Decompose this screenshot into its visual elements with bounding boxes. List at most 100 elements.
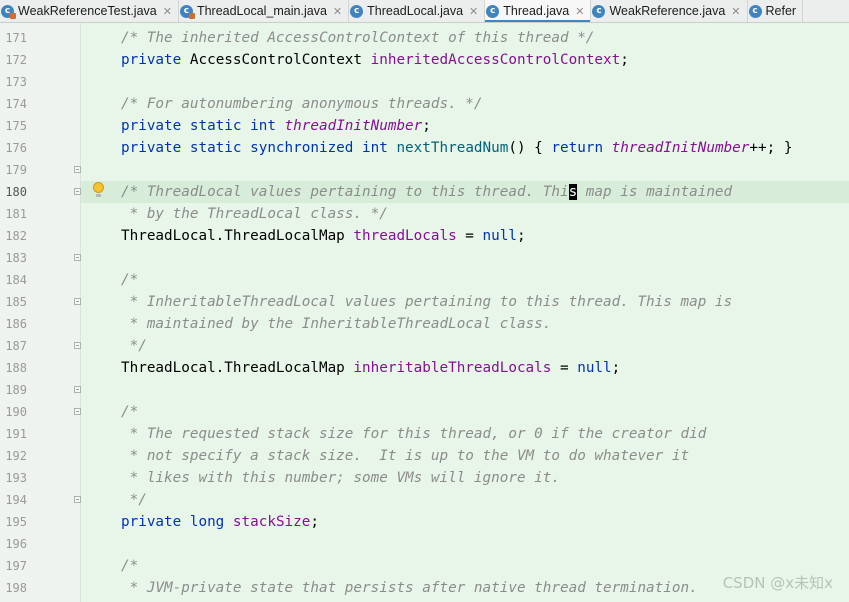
code-token: = xyxy=(456,228,483,244)
tab-refer[interactable]: c Refer xyxy=(748,0,804,22)
code-token: /* For autonumbering anonymous threads. … xyxy=(121,96,483,112)
tab-weakreference-java[interactable]: c WeakReference.java ✕ xyxy=(591,0,748,22)
close-icon[interactable]: ✕ xyxy=(469,5,478,18)
code-line[interactable]: private AccessControlContext inheritedAc… xyxy=(81,49,849,71)
code-token: inheritedAccessControlContext xyxy=(370,52,621,68)
fold-marker-icon[interactable] xyxy=(74,166,81,173)
class-icon: c xyxy=(486,4,500,18)
line-number: 175 xyxy=(5,119,27,133)
code-token: AccessControlContext xyxy=(189,52,371,68)
line-number: 179 xyxy=(5,163,27,177)
code-line[interactable]: /* xyxy=(81,401,849,423)
close-icon[interactable]: ✕ xyxy=(575,5,584,18)
class-icon: c xyxy=(748,4,762,18)
code-token: * InheritableThreadLocal values pertaini… xyxy=(121,294,733,310)
code-token: private long xyxy=(121,514,233,530)
code-token: * by the ThreadLocal class. */ xyxy=(121,206,388,222)
code-token: private xyxy=(121,52,190,68)
fold-marker-icon[interactable] xyxy=(74,298,81,305)
code-token: return xyxy=(551,140,612,156)
code-token: nextThreadNum xyxy=(396,140,509,156)
code-token: stackSize xyxy=(232,514,311,530)
code-token: threadInitNumber xyxy=(284,118,423,134)
code-line[interactable]: ThreadLocal.ThreadLocalMap inheritableTh… xyxy=(81,357,849,379)
code-line[interactable]: * by the ThreadLocal class. */ xyxy=(81,203,849,225)
code-line[interactable]: * likes with this number; some VMs will … xyxy=(81,467,849,489)
code-token: map is maintained xyxy=(577,184,733,200)
code-token: * maintained by the InheritableThreadLoc… xyxy=(121,316,552,332)
code-token: * not specify a stack size. It is up to … xyxy=(121,448,690,464)
line-number: 195 xyxy=(5,515,27,529)
tab-label: ThreadLocal.java xyxy=(367,4,464,18)
code-token: ++; } xyxy=(749,140,793,156)
code-token: ; xyxy=(422,118,431,134)
code-token: threadLocals xyxy=(353,228,457,244)
code-line[interactable]: /* The inherited AccessControlContext of… xyxy=(81,27,849,49)
lightbulb-icon[interactable] xyxy=(93,182,104,197)
code-token: = xyxy=(551,360,578,376)
code-line[interactable]: * not specify a stack size. It is up to … xyxy=(81,445,849,467)
code-line[interactable]: /* xyxy=(81,269,849,291)
code-line[interactable] xyxy=(81,159,849,181)
code-line[interactable]: private static int threadInitNumber; xyxy=(81,115,849,137)
code-token: ; xyxy=(516,228,526,244)
code-line[interactable]: * InheritableThreadLocal values pertaini… xyxy=(81,291,849,313)
line-number: 191 xyxy=(5,427,27,441)
code-line[interactable]: private static synchronized int nextThre… xyxy=(81,137,849,159)
fold-marker-icon[interactable] xyxy=(74,408,81,415)
fold-marker-icon[interactable] xyxy=(74,342,81,349)
watermark: CSDN @x未知x xyxy=(722,574,833,592)
code-line[interactable] xyxy=(81,379,849,401)
code-line[interactable]: */ xyxy=(81,335,849,357)
tab-threadlocal-java[interactable]: c ThreadLocal.java ✕ xyxy=(349,0,486,22)
code-token: /* xyxy=(121,272,139,288)
line-number: 176 xyxy=(5,141,27,155)
code-token: */ xyxy=(121,338,147,354)
java-class-icon: c xyxy=(1,4,16,19)
code-line[interactable] xyxy=(81,247,849,269)
fold-marker-icon[interactable] xyxy=(74,386,81,393)
code-line[interactable]: /* ThreadLocal values pertaining to this… xyxy=(81,181,849,203)
code-line[interactable]: * maintained by the InheritableThreadLoc… xyxy=(81,313,849,335)
close-icon[interactable]: ✕ xyxy=(731,5,740,18)
code-line[interactable] xyxy=(81,71,849,93)
close-icon[interactable]: ✕ xyxy=(333,5,342,18)
line-number-gutter: 171 172 173 174 175 176 179 180 181 182 183 184 185 1… xyxy=(0,23,81,602)
code-line[interactable]: private long stackSize; xyxy=(81,511,849,533)
tab-threadlocal-main-java[interactable]: c ThreadLocal_main.java ✕ xyxy=(179,0,350,22)
line-number: 186 xyxy=(5,317,27,331)
code-token: /* The inherited AccessControlContext of… xyxy=(121,30,595,46)
tab-weakreferencetest-java[interactable]: c WeakReferenceTest.java ✕ xyxy=(0,0,179,22)
class-icon: c xyxy=(350,4,364,18)
line-number: 190 xyxy=(5,405,27,419)
tab-thread-java[interactable]: c Thread.java ✕ xyxy=(485,0,592,22)
code-token: * JVM-private state that persists after … xyxy=(121,580,698,596)
code-token: threadInitNumber xyxy=(611,140,750,156)
line-number: 172 xyxy=(5,53,27,67)
tab-label: WeakReference.java xyxy=(609,4,726,18)
code-editor[interactable]: /* The inherited AccessControlContext of… xyxy=(81,23,849,602)
fold-marker-icon[interactable] xyxy=(74,254,81,261)
code-line[interactable]: * The requested stack size for this thre… xyxy=(81,423,849,445)
line-number: 171 xyxy=(5,31,27,45)
tab-label: WeakReferenceTest.java xyxy=(18,4,157,18)
code-token: ; xyxy=(620,52,629,68)
code-token: null xyxy=(482,228,517,244)
code-line[interactable]: /* For autonumbering anonymous threads. … xyxy=(81,93,849,115)
line-number: 185 xyxy=(5,295,27,309)
code-token: * likes with this number; some VMs will … xyxy=(121,470,560,486)
line-number: 192 xyxy=(5,449,27,463)
code-token: /* ThreadLocal values pertaining to this… xyxy=(121,184,569,200)
code-line[interactable] xyxy=(81,533,849,555)
code-line[interactable]: */ xyxy=(81,489,849,511)
line-number: 196 xyxy=(5,537,27,551)
line-number: 189 xyxy=(5,383,27,397)
line-number: 194 xyxy=(5,493,27,507)
close-icon[interactable]: ✕ xyxy=(163,5,172,18)
fold-marker-icon[interactable] xyxy=(74,188,81,195)
code-line[interactable]: ThreadLocal.ThreadLocalMap threadLocals … xyxy=(81,225,849,247)
fold-marker-icon[interactable] xyxy=(74,496,81,503)
editor-tab-bar: c WeakReferenceTest.java ✕ c ThreadLocal_mai… xyxy=(0,0,849,23)
class-icon: c xyxy=(592,4,606,18)
code-token: ThreadLocal.ThreadLocalMap xyxy=(121,360,354,376)
